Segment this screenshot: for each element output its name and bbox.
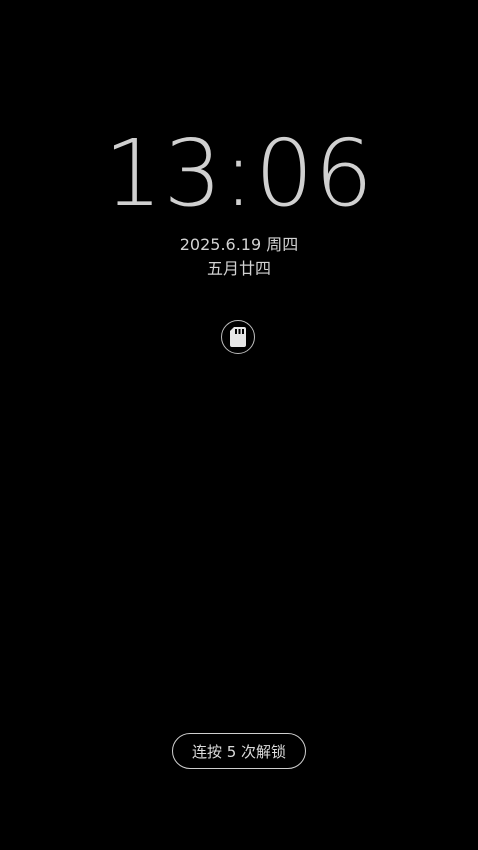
date-text: 2025.6.19 周四 [179, 235, 299, 254]
lunar-date-text: 五月廿四 [206, 259, 271, 278]
sd-card-glyph [230, 327, 246, 347]
lock-screen: 13:06 2025.6.19 周四 五月廿四 连按 5 次解锁 [0, 0, 478, 850]
clock-time: 13:06 [103, 120, 375, 227]
sd-card-icon[interactable] [221, 320, 255, 354]
unlock-button[interactable]: 连按 5 次解锁 [172, 733, 306, 769]
